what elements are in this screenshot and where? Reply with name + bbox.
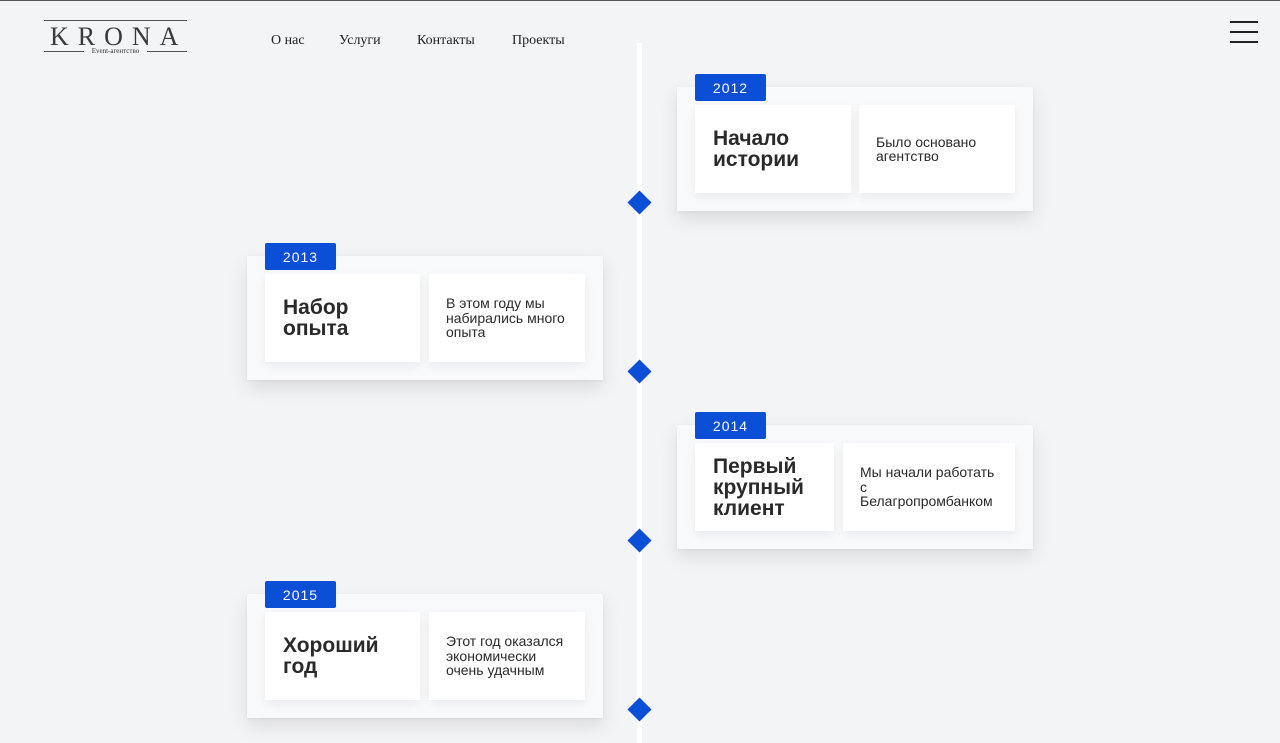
card-title: Первый крупный клиент — [713, 454, 804, 520]
card-description-box: Этот год оказался экономически очень уда… — [429, 612, 585, 700]
card-title-box: Начало истории — [695, 105, 851, 193]
timeline-marker — [627, 697, 652, 722]
year-badge: 2012 — [695, 74, 766, 101]
timeline-line — [637, 43, 642, 743]
timeline-card: 2012 Начало истории Было основано агентс… — [677, 74, 1033, 211]
logo-subtitle-row: Event-агентство — [44, 47, 187, 55]
nav-item-projects[interactable]: Проекты — [512, 32, 565, 50]
logo[interactable]: KRONA Event-агентство — [44, 20, 187, 55]
hamburger-menu-icon[interactable] — [1230, 21, 1258, 43]
timeline-marker — [627, 190, 652, 215]
top-border — [0, 0, 1280, 1]
card-description-box: Мы начали работать с Белагропромбанком — [843, 443, 1015, 531]
logo-top-rule — [44, 20, 187, 21]
card-title: Набор опыта — [283, 296, 349, 340]
card-title-box: Набор опыта — [265, 274, 420, 362]
timeline-card: 2014 Первый крупный клиент Мы начали раб… — [677, 412, 1033, 549]
year-badge: 2013 — [265, 243, 336, 270]
card-description-box: В этом году мы набирались много опыта — [429, 274, 585, 362]
card-title: Хороший год — [283, 634, 379, 678]
card-description: Этот год оказался экономически очень уда… — [446, 633, 564, 679]
nav-item-contacts[interactable]: Контакты — [417, 32, 512, 50]
timeline-card: 2015 Хороший год Этот год оказался эконо… — [247, 581, 603, 718]
card-title-box: Хороший год — [265, 612, 420, 700]
timeline-marker — [627, 528, 652, 553]
logo-subtitle-rule-right — [147, 51, 187, 52]
year-badge: 2014 — [695, 412, 766, 439]
timeline-card: 2013 Набор опыта В этом году мы набирали… — [247, 243, 603, 380]
timeline-marker — [627, 359, 652, 384]
year-badge: 2015 — [265, 581, 336, 608]
card-description-box: Было основано агентство — [859, 105, 1015, 193]
card-description: Было основано агентство — [876, 133, 977, 164]
nav-item-about[interactable]: О нас — [271, 32, 339, 50]
main-nav: О нас Услуги Контакты Проекты — [271, 32, 565, 50]
card-title-box: Первый крупный клиент — [695, 443, 834, 531]
card-title: Начало истории — [713, 127, 800, 171]
nav-item-services[interactable]: Услуги — [339, 32, 417, 50]
card-description: В этом году мы набирались много опыта — [446, 295, 565, 341]
card-description: Мы начали работать с Белагропромбанком — [860, 464, 995, 510]
